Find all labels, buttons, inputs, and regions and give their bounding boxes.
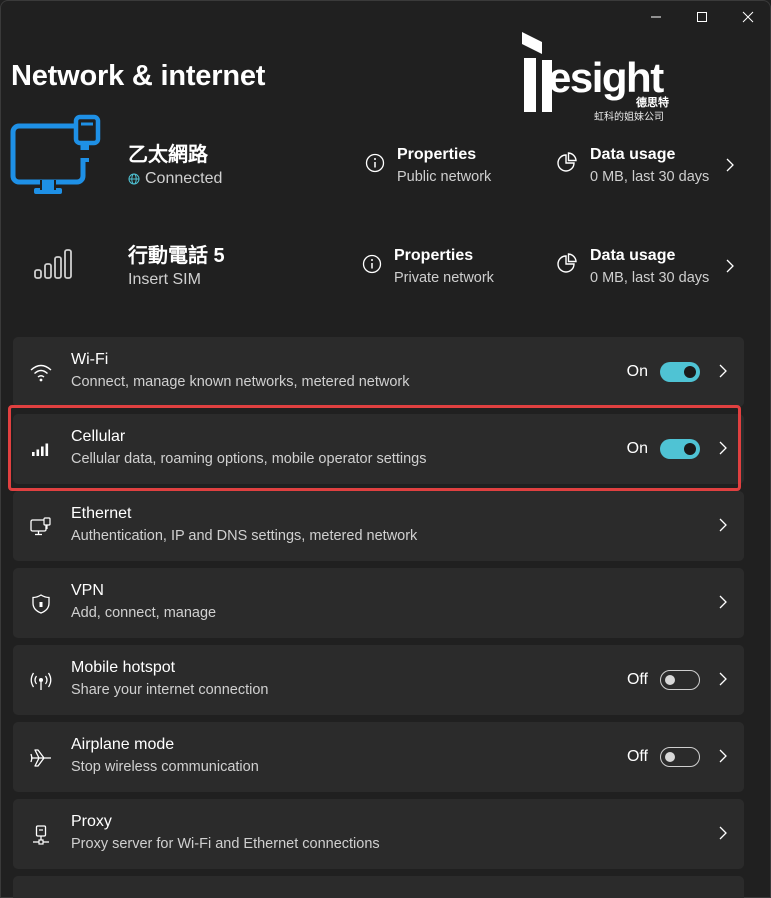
- setting-next-partial[interactable]: [13, 876, 744, 898]
- properties-label: Properties: [397, 146, 477, 163]
- data-usage-sub: 0 MB, last 30 days: [590, 169, 710, 185]
- chevron-right-icon: [719, 749, 727, 763]
- globe-icon: [128, 173, 140, 185]
- toggle-state-label: Off: [626, 671, 648, 688]
- close-icon: [742, 11, 754, 23]
- toggle-state-label: Off: [626, 748, 648, 765]
- connection-status-text: Insert SIM: [128, 271, 201, 288]
- setting-title: Wi-Fi: [71, 351, 109, 368]
- hotspot-toggle[interactable]: [660, 670, 700, 690]
- setting-desc: Cellular data, roaming options, mobile o…: [71, 451, 427, 467]
- ethernet-monitor-icon: [10, 114, 101, 194]
- toggle-state-label: On: [626, 363, 648, 380]
- toggle-knob: [665, 752, 675, 762]
- proxy-icon: [29, 823, 53, 847]
- toggle-state-label: On: [626, 440, 648, 457]
- toggle-knob: [684, 366, 696, 378]
- minimize-button[interactable]: [633, 0, 679, 34]
- connection-ethernet: 乙太網路 Connected Properties Public network…: [0, 112, 771, 212]
- setting-desc: Share your internet connection: [71, 682, 269, 698]
- maximize-icon: [697, 12, 707, 22]
- connection-status: Connected: [128, 170, 222, 188]
- data-usage-label: Data usage: [590, 247, 676, 264]
- setting-title: Mobile hotspot: [71, 659, 176, 676]
- properties-sub: Public network: [397, 169, 492, 185]
- chevron-right-icon: [719, 672, 727, 686]
- page-title: Network & internet: [11, 60, 266, 92]
- window-controls: [633, 0, 771, 34]
- chevron-right-icon: [719, 364, 727, 378]
- setting-desc: Add, connect, manage: [71, 605, 217, 621]
- vpn-shield-icon: [29, 592, 53, 616]
- data-usage-link[interactable]: Data usage 0 MB, last 30 days: [556, 146, 709, 185]
- setting-cellular[interactable]: Cellular Cellular data, roaming options,…: [13, 414, 744, 484]
- setting-desc: Authentication, IP and DNS settings, met…: [71, 528, 418, 544]
- pie-chart-icon: [557, 152, 577, 172]
- data-usage-label: Data usage: [590, 146, 676, 163]
- setting-title: Cellular: [71, 428, 126, 445]
- properties-link[interactable]: Properties Private network: [362, 247, 494, 286]
- cellular-icon: [29, 438, 53, 462]
- setting-airplane-mode[interactable]: Airplane mode Stop wireless communicatio…: [13, 722, 744, 792]
- connection-name: 乙太網路: [128, 144, 208, 166]
- chevron-right-icon: [719, 595, 727, 609]
- setting-vpn[interactable]: VPN Add, connect, manage: [13, 568, 744, 638]
- setting-title: Proxy: [71, 813, 112, 830]
- setting-title: Airplane mode: [71, 736, 175, 753]
- maximize-button[interactable]: [679, 0, 725, 34]
- toggle-knob: [665, 675, 675, 685]
- setting-desc: Connect, manage known networks, metered …: [71, 374, 410, 390]
- airplane-toggle[interactable]: [660, 747, 700, 767]
- wifi-icon: [29, 361, 53, 385]
- setting-mobile-hotspot[interactable]: Mobile hotspot Share your internet conne…: [13, 645, 744, 715]
- setting-title: VPN: [71, 582, 104, 599]
- connection-status-text: Connected: [145, 170, 223, 187]
- chevron-right-icon: [719, 441, 727, 455]
- setting-proxy[interactable]: Proxy Proxy server for Wi-Fi and Etherne…: [13, 799, 744, 869]
- chevron-right-icon: [719, 826, 727, 840]
- setting-wifi[interactable]: Wi-Fi Connect, manage known networks, me…: [13, 337, 744, 407]
- ethernet-icon: [29, 515, 53, 539]
- cellular-toggle[interactable]: [660, 439, 700, 459]
- toggle-knob: [684, 443, 696, 455]
- properties-link[interactable]: Properties Public network: [365, 146, 491, 185]
- connection-cellular: 行動電話 5 Insert SIM Properties Private net…: [0, 222, 771, 312]
- brand-logo: esight 德思特 虹科的姐妹公司: [518, 30, 678, 123]
- chevron-right-icon[interactable]: [725, 158, 735, 172]
- wifi-toggle[interactable]: [660, 362, 700, 382]
- setting-title: Ethernet: [71, 505, 132, 522]
- setting-ethernet[interactable]: Ethernet Authentication, IP and DNS sett…: [13, 491, 744, 561]
- connection-name: 行動電話 5: [128, 245, 225, 267]
- properties-sub: Private network: [394, 270, 494, 286]
- hotspot-icon: [29, 669, 53, 693]
- pie-chart-icon: [557, 253, 577, 273]
- info-icon: [362, 254, 382, 274]
- cellular-signal-icon: [34, 249, 72, 279]
- info-icon: [365, 153, 385, 173]
- airplane-icon: [29, 746, 53, 770]
- minimize-icon: [651, 16, 661, 18]
- chevron-right-icon[interactable]: [725, 259, 735, 273]
- setting-desc: Proxy server for Wi-Fi and Ethernet conn…: [71, 836, 380, 852]
- properties-label: Properties: [394, 247, 474, 264]
- close-button[interactable]: [725, 0, 771, 34]
- data-usage-link[interactable]: Data usage 0 MB, last 30 days: [556, 247, 709, 286]
- connection-status: Insert SIM: [128, 271, 201, 289]
- setting-desc: Stop wireless communication: [71, 759, 259, 775]
- data-usage-sub: 0 MB, last 30 days: [590, 270, 710, 286]
- chevron-right-icon: [719, 518, 727, 532]
